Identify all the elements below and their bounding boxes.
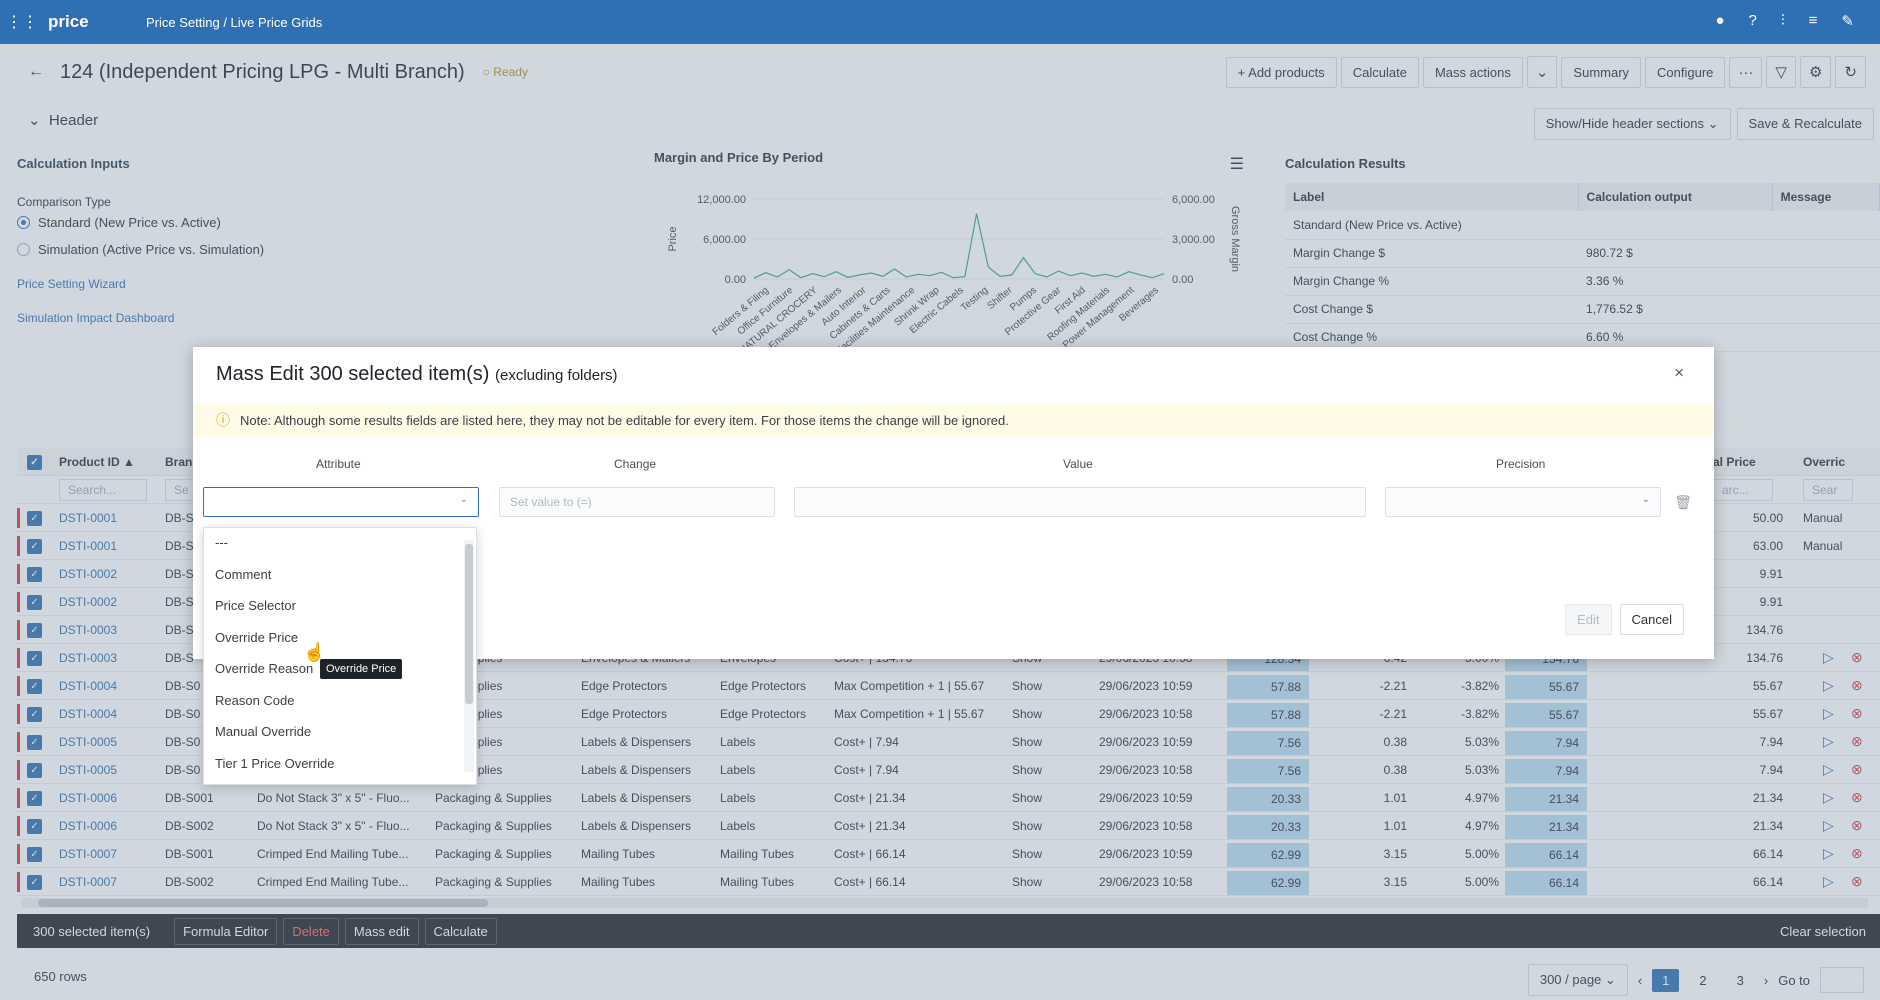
trash-icon[interactable]: 🗑	[1674, 494, 1692, 511]
option-reason-code[interactable]: Reason Code	[215, 693, 295, 708]
note-text: Note: Although some results fields are l…	[240, 412, 1009, 428]
attribute-dropdown: --- Comment Price Selector Override Pric…	[203, 527, 477, 785]
modal-note: ⓘ Note: Although some results fields are…	[193, 403, 1714, 437]
cancel-button[interactable]: Cancel	[1619, 604, 1684, 635]
option-override-reason[interactable]: Override Reason	[215, 661, 313, 676]
option-price-selector[interactable]: Price Selector	[215, 598, 296, 613]
modal-subtitle: (excluding folders)	[495, 367, 618, 384]
chevron-down-icon: ⌄	[1641, 494, 1650, 505]
close-icon[interactable]: ×	[1674, 363, 1684, 383]
top-navigation-bar: ⋮⋮ price Price Setting / Live Price Grid…	[0, 0, 1880, 44]
tools-icon[interactable]: ✎	[1841, 12, 1854, 30]
hand-cursor-icon: ☝	[303, 642, 326, 662]
attribute-select[interactable]: ⌄	[203, 487, 479, 517]
chevron-down-icon: ⌄	[459, 494, 468, 505]
option-comment[interactable]: Comment	[215, 567, 271, 582]
option-none[interactable]: ---	[215, 535, 228, 550]
warning-icon: ⓘ	[216, 412, 230, 428]
breadcrumb: Price Setting / Live Price Grids	[146, 14, 323, 30]
col-precision: Precision	[1496, 457, 1546, 471]
col-change: Change	[614, 457, 657, 471]
help-icon[interactable]: ?	[1749, 12, 1757, 30]
modal-title-text: Mass Edit 300 selected item(s)	[216, 363, 490, 385]
option-manual-override[interactable]: Manual Override	[215, 724, 311, 739]
app-logo[interactable]: price	[48, 12, 120, 32]
precision-select[interactable]: ⌄	[1385, 487, 1661, 517]
apps-grid-icon[interactable]: ⋮⋮	[0, 12, 44, 32]
modal-title: Mass Edit 300 selected item(s) (excludin…	[216, 363, 618, 386]
edit-button[interactable]: Edit	[1565, 604, 1612, 635]
value-input[interactable]	[794, 487, 1366, 517]
change-select[interactable]: Set value to (=)	[499, 487, 775, 517]
option-override-price[interactable]: Override Price	[215, 630, 298, 645]
col-value: Value	[1063, 457, 1093, 471]
database-icon[interactable]: ≡	[1809, 12, 1818, 30]
dropdown-scrollbar-thumb[interactable]	[465, 544, 473, 704]
option-tier1-price-override[interactable]: Tier 1 Price Override	[215, 756, 334, 771]
settings-sliders-icon[interactable]: ⫶	[1781, 12, 1785, 30]
col-attribute: Attribute	[316, 457, 361, 471]
notification-icon[interactable]: ●	[1715, 12, 1724, 30]
tooltip: Override Price	[320, 659, 403, 679]
